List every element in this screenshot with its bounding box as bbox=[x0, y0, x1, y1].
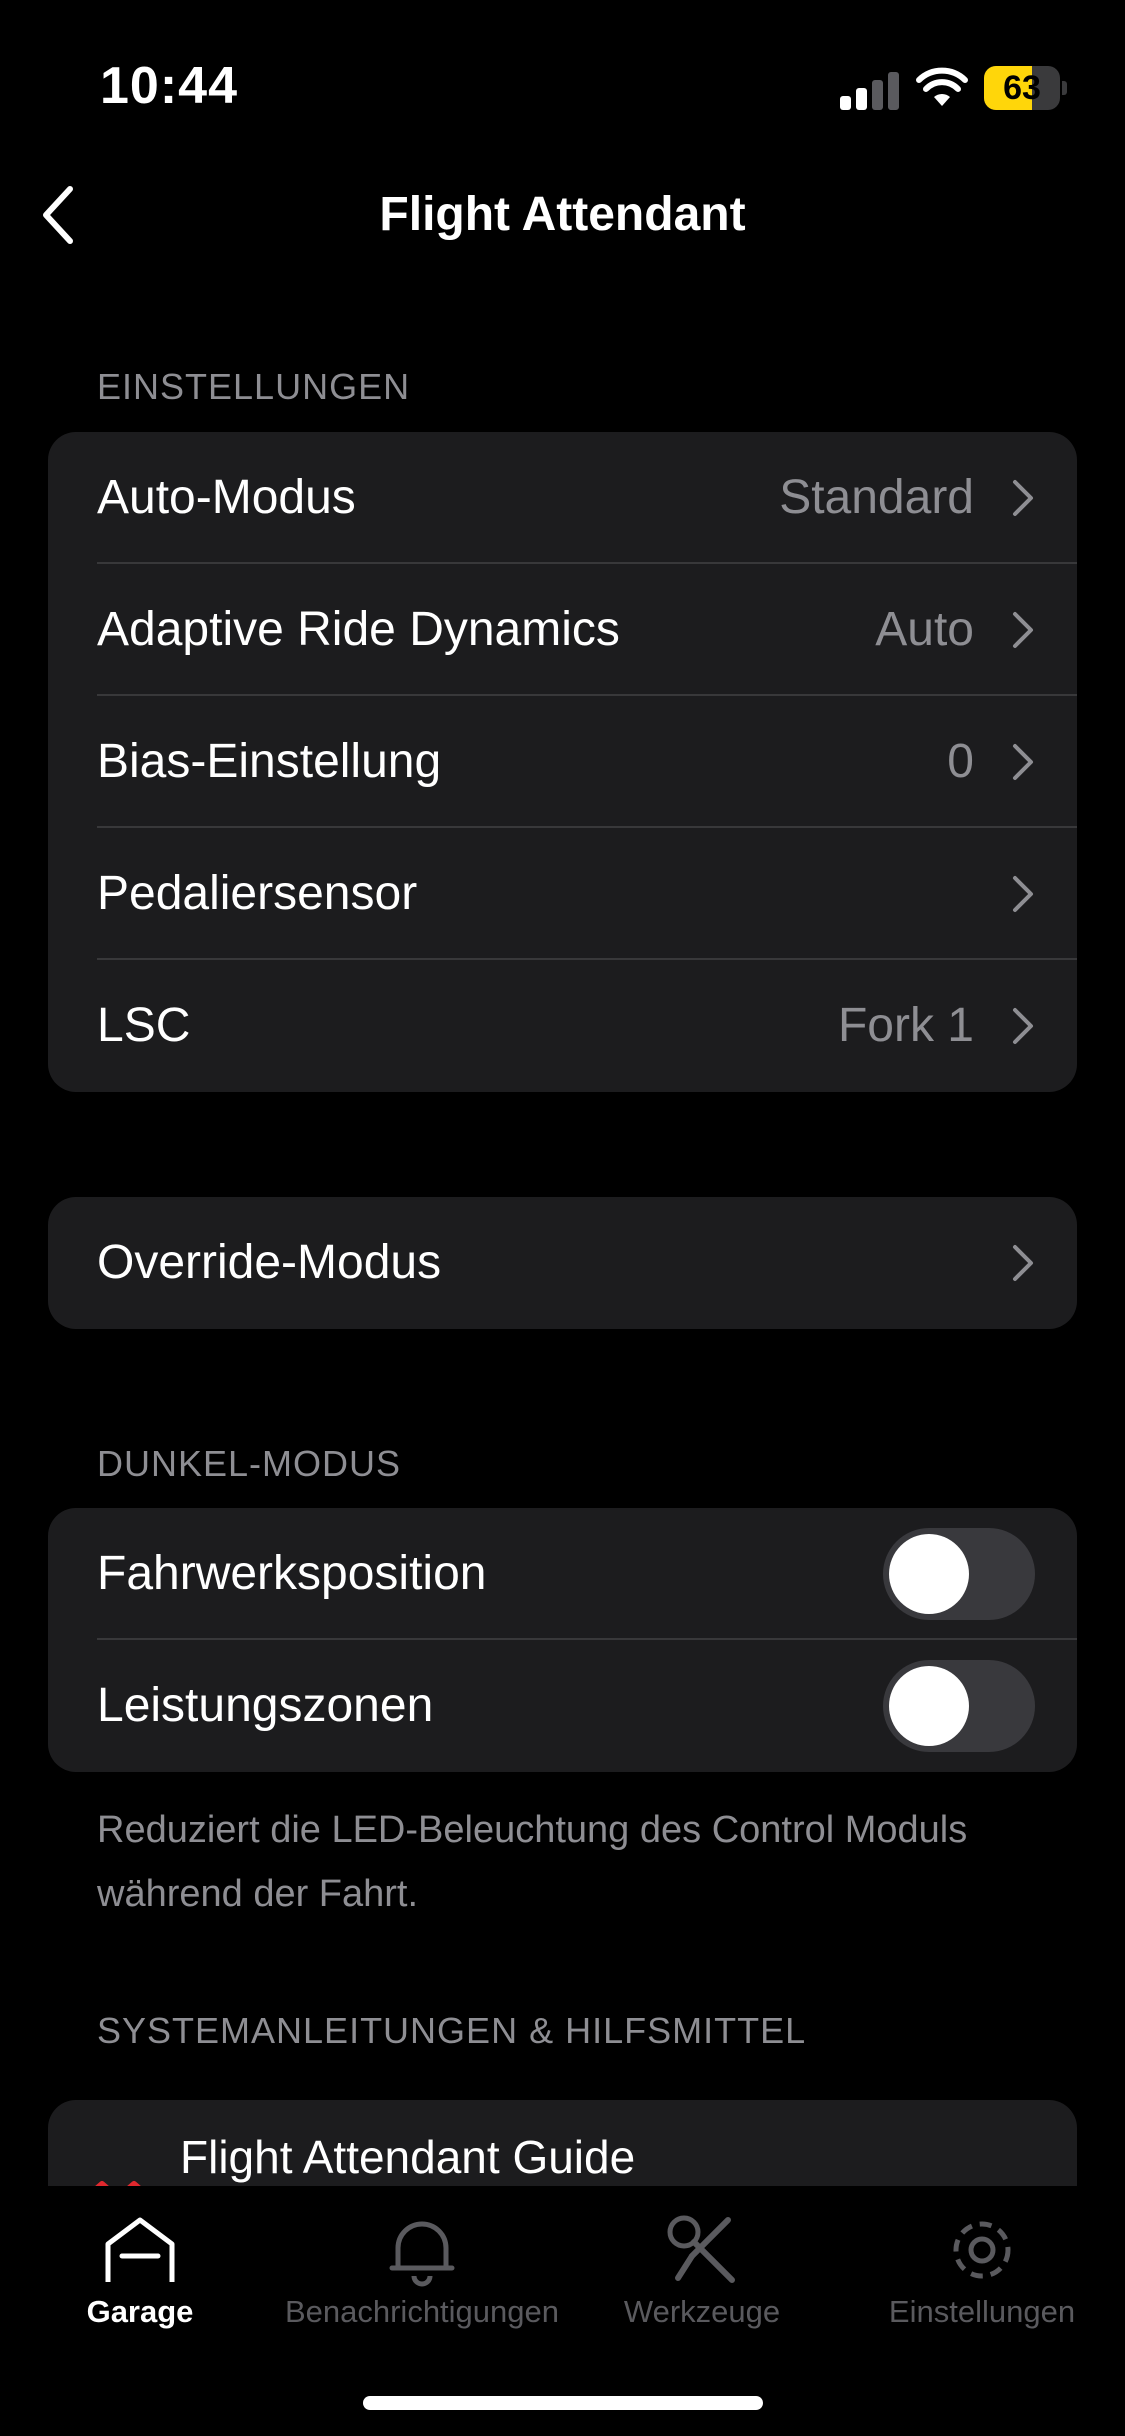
cellular-signal-icon bbox=[840, 70, 900, 110]
tab-werkzeuge[interactable]: Werkzeuge bbox=[602, 2186, 802, 2346]
setting-label: Auto-Modus bbox=[97, 471, 356, 524]
status-time: 10:44 bbox=[100, 57, 238, 115]
override-group: Override-Modus bbox=[48, 1197, 1077, 1329]
toggle-knob bbox=[889, 1666, 969, 1746]
settings-group: Auto-Modus Standard Adaptive Ride Dynami… bbox=[48, 432, 1077, 1092]
setting-value: Standard bbox=[779, 471, 974, 524]
page-title: Flight Attendant bbox=[379, 188, 746, 241]
setting-label: Adaptive Ride Dynamics bbox=[97, 603, 620, 656]
section-header-dunkel-modus: DUNKEL-MODUS bbox=[97, 1443, 402, 1484]
chevron-right-icon bbox=[1013, 612, 1033, 648]
setting-row-pedaliersensor[interactable]: Pedaliersensor bbox=[48, 828, 1077, 960]
leistungszonen-toggle[interactable] bbox=[883, 1660, 1035, 1752]
tab-label: Einstellungen bbox=[888, 2294, 1076, 2329]
chevron-right-icon bbox=[1013, 876, 1033, 912]
toggle-row-fahrwerksposition: Fahrwerksposition bbox=[48, 1508, 1077, 1640]
guide-title: Flight Attendant Guide bbox=[180, 2131, 636, 2183]
wifi-icon bbox=[916, 67, 968, 106]
bell-icon bbox=[389, 2221, 455, 2287]
garage-icon bbox=[105, 2217, 175, 2282]
toggle-label: Fahrwerksposition bbox=[97, 1547, 487, 1600]
tab-label: Garage bbox=[86, 2294, 194, 2329]
battery-icon: 63 bbox=[984, 66, 1067, 110]
tab-label: Benachrichtigungen bbox=[284, 2294, 560, 2329]
setting-label: Bias-Einstellung bbox=[97, 735, 442, 788]
chevron-right-icon bbox=[1013, 1008, 1033, 1044]
toggle-row-leistungszonen: Leistungszonen bbox=[48, 1640, 1077, 1772]
status-bar: 10:44 63 bbox=[0, 0, 1125, 140]
dark-mode-group: Fahrwerksposition Leistungszonen bbox=[48, 1508, 1077, 1772]
setting-row-adaptive-ride-dynamics[interactable]: Adaptive Ride Dynamics Auto bbox=[48, 564, 1077, 696]
tools-icon bbox=[667, 2215, 735, 2283]
navigation-bar: Flight Attendant bbox=[0, 165, 1125, 265]
toggle-label: Leistungszonen bbox=[97, 1679, 434, 1732]
toggle-knob bbox=[889, 1534, 969, 1614]
chevron-right-icon bbox=[1013, 1245, 1033, 1281]
tab-einstellungen[interactable]: Einstellungen bbox=[872, 2186, 1092, 2346]
tab-garage[interactable]: Garage bbox=[40, 2186, 240, 2346]
tab-label: Werkzeuge bbox=[623, 2294, 781, 2329]
section-header-systemanleitungen: SYSTEMANLEITUNGEN & HILFSMITTEL bbox=[97, 2010, 807, 2051]
home-indicator bbox=[363, 2396, 763, 2410]
setting-label: Pedaliersensor bbox=[97, 867, 418, 920]
tab-benachrichtigungen[interactable]: Benachrichtigungen bbox=[282, 2186, 562, 2346]
setting-label: LSC bbox=[97, 999, 191, 1052]
gear-icon bbox=[953, 2221, 1011, 2279]
dark-mode-footnote: Reduziert die LED-Beleuchtung des Contro… bbox=[97, 1809, 968, 1915]
setting-value: Fork 1 bbox=[837, 999, 974, 1052]
setting-value: Auto bbox=[875, 603, 974, 656]
setting-row-lsc[interactable]: LSC Fork 1 bbox=[48, 960, 1077, 1092]
battery-percentage: 63 bbox=[1003, 69, 1041, 107]
setting-row-auto-modus[interactable]: Auto-Modus Standard bbox=[48, 432, 1077, 564]
setting-value: 0 bbox=[947, 735, 974, 788]
setting-row-bias-einstellung[interactable]: Bias-Einstellung 0 bbox=[48, 696, 1077, 828]
chevron-right-icon bbox=[1013, 744, 1033, 780]
setting-row-override-modus[interactable]: Override-Modus bbox=[48, 1197, 1077, 1329]
section-header-einstellungen: EINSTELLUNGEN bbox=[97, 366, 411, 407]
setting-label: Override-Modus bbox=[97, 1236, 442, 1289]
chevron-right-icon bbox=[1013, 480, 1033, 516]
fahrwerksposition-toggle[interactable] bbox=[883, 1528, 1035, 1620]
